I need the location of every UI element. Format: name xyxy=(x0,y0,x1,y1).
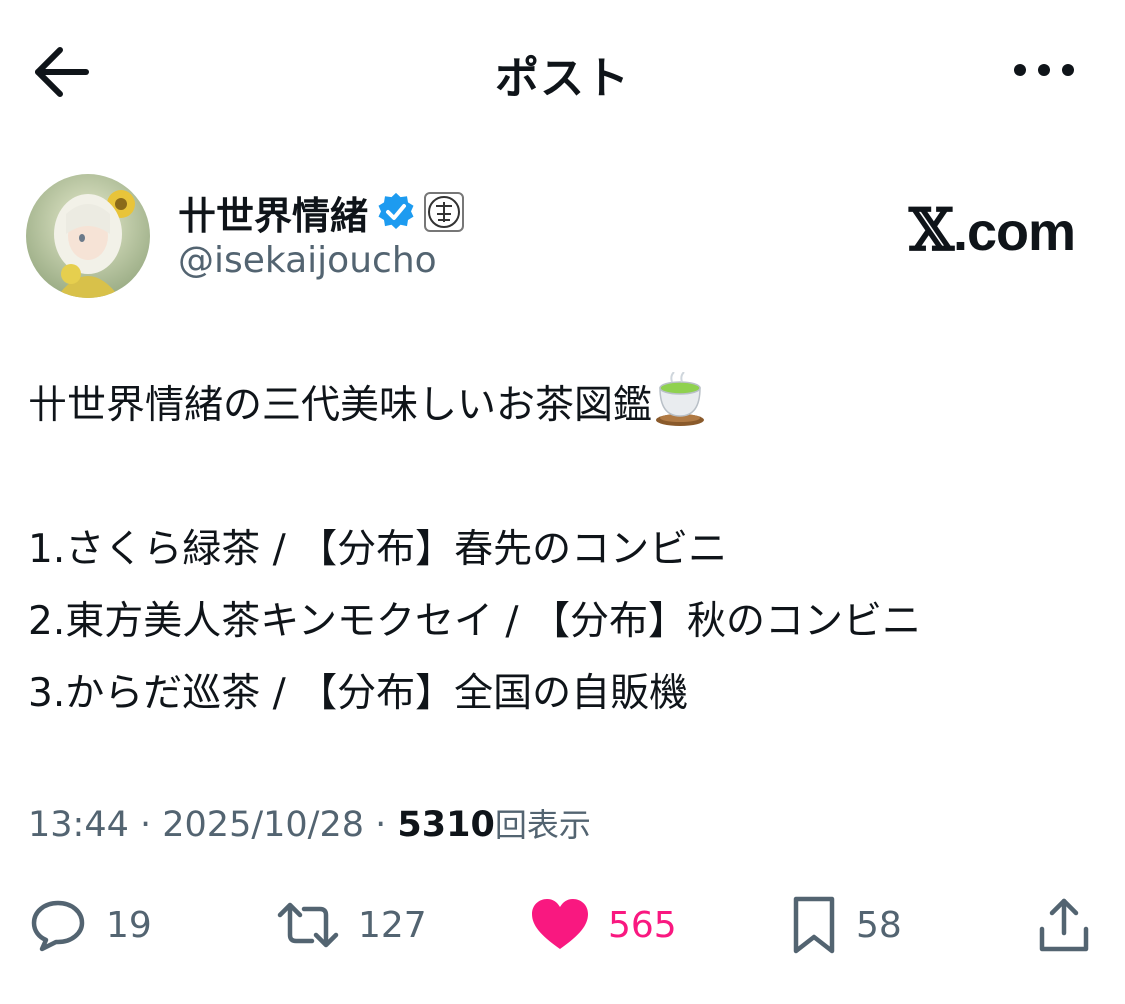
more-dots-icon xyxy=(1014,64,1074,76)
views-count[interactable]: 5310 xyxy=(397,805,494,845)
repost-button[interactable]: 127 xyxy=(276,890,427,960)
reply-button[interactable]: 19 xyxy=(28,890,152,960)
x-com-watermark: 𝕏.com xyxy=(908,196,1076,264)
x-logo-icon: 𝕏 xyxy=(908,196,954,264)
top-bar: ポスト xyxy=(0,0,1125,145)
reply-count: 19 xyxy=(106,904,152,946)
action-bar: 19 127 565 58 xyxy=(0,880,1125,970)
avatar[interactable] xyxy=(26,174,150,298)
post-line-title: 卄世界情緒の三代美味しいお茶図鑑 xyxy=(28,370,1098,442)
post-meta: 13:44 · 2025/10/28 · 5310回表示 xyxy=(28,805,591,845)
post-line-item-2: 2.東方美人茶キンモクセイ / 【分布】秋のコンビニ xyxy=(28,599,921,644)
reply-icon xyxy=(31,900,85,952)
page-title: ポスト xyxy=(495,53,630,104)
repost-count: 127 xyxy=(358,904,427,946)
name-row: 卄世界情緒 xyxy=(178,185,465,240)
like-count: 565 xyxy=(608,904,677,946)
bookmark-count: 58 xyxy=(856,904,902,946)
watermark-domain: .com xyxy=(952,202,1076,262)
post-line-item-3: 3.からだ巡茶 / 【分布】全国の自販機 xyxy=(28,671,689,716)
more-options-button[interactable] xyxy=(1008,50,1080,90)
like-button[interactable]: 565 xyxy=(530,890,677,960)
heart-icon xyxy=(532,899,588,949)
verified-badge-icon xyxy=(378,192,414,229)
avatar-image xyxy=(26,174,150,298)
user-handle[interactable]: @isekaijoucho xyxy=(178,240,437,281)
post-date[interactable]: 2025/10/28 xyxy=(162,805,364,845)
bookmark-button[interactable]: 58 xyxy=(790,890,902,960)
share-button[interactable] xyxy=(1036,890,1092,960)
bookmark-icon xyxy=(793,896,835,954)
tea-emoji-icon xyxy=(656,372,705,426)
views-label: 回表示 xyxy=(494,806,591,844)
display-name[interactable]: 卄世界情緒 xyxy=(178,185,368,240)
post-text: 卄世界情緒の三代美味しいお茶図鑑 1.さくら緑茶 / 【分布】春先のコンビニ 2… xyxy=(28,370,1098,730)
post-line-item-1: 1.さくら緑茶 / 【分布】春先のコンビニ xyxy=(28,527,728,572)
post-time[interactable]: 13:44 xyxy=(28,805,129,845)
share-icon xyxy=(1039,898,1089,952)
repost-icon xyxy=(277,902,339,948)
affiliation-badge-icon[interactable] xyxy=(424,192,465,232)
